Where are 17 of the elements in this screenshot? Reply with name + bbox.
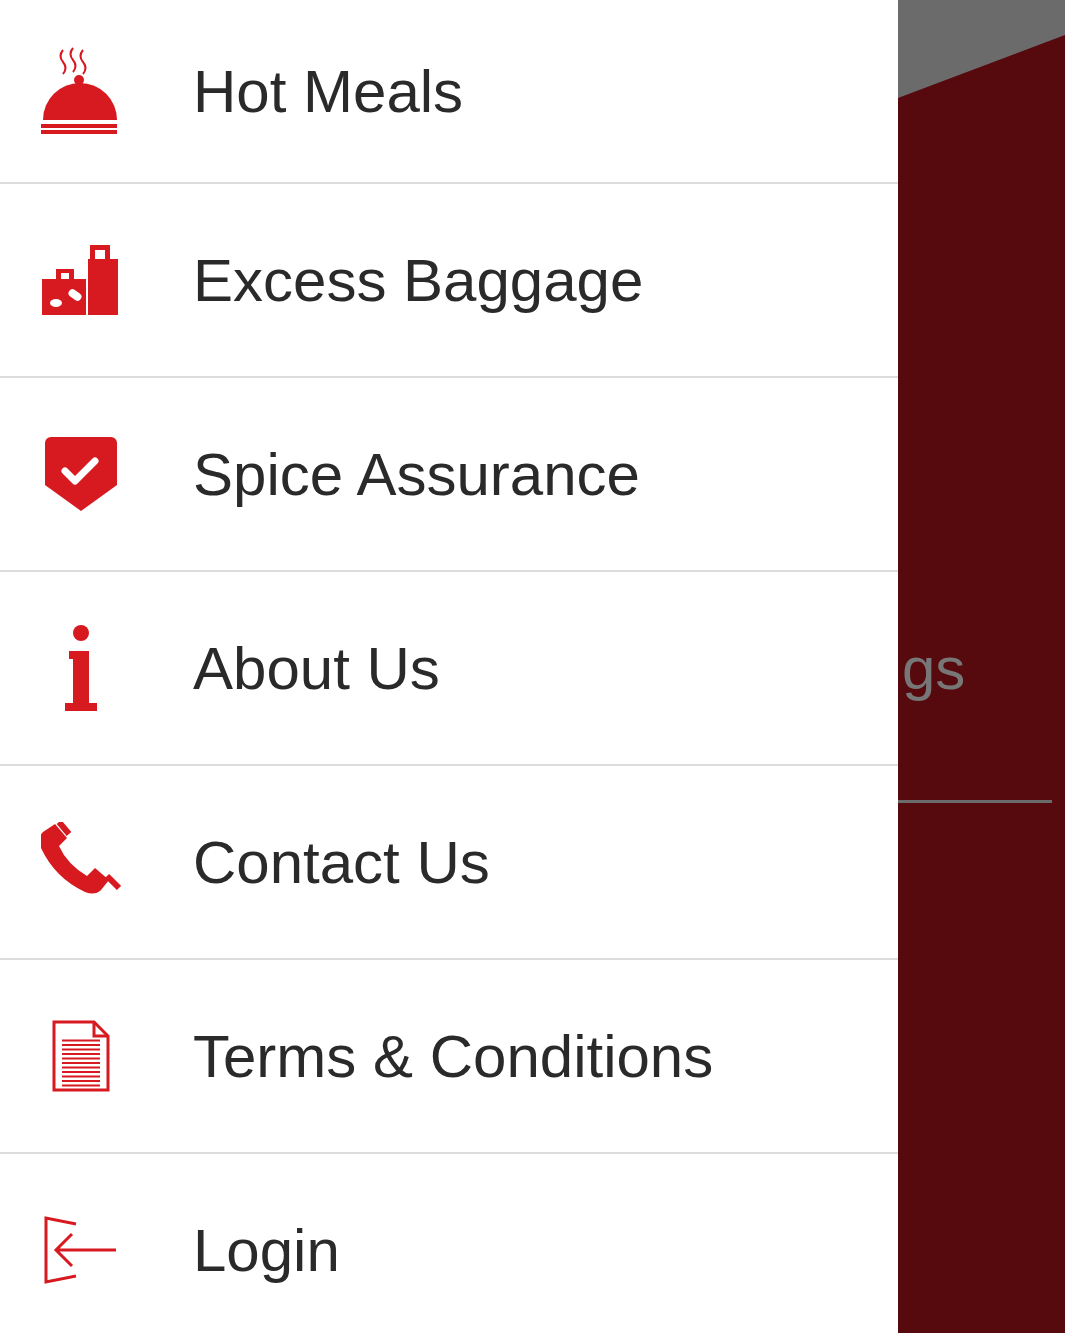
login-icon [43, 1216, 118, 1284]
menu-label: Spice Assurance [193, 439, 640, 509]
document-icon [51, 1020, 110, 1092]
menu-item[interactable]: Hot Meals [0, 0, 898, 184]
menu-item[interactable]: Spice Assurance [0, 378, 898, 572]
menu-item[interactable]: Excess Baggage [0, 184, 898, 378]
shield-check-icon [44, 437, 117, 511]
menu-label: Hot Meals [193, 56, 464, 126]
menu-item[interactable]: Terms & Conditions [0, 960, 898, 1154]
menu-label: About Us [193, 633, 440, 703]
menu-label: Login [193, 1215, 340, 1285]
partial-text: gs [901, 634, 967, 704]
info-icon [62, 625, 99, 711]
menu-label: Terms & Conditions [193, 1021, 714, 1091]
menu-item[interactable]: Contact Us [0, 766, 898, 960]
menu-label: Contact Us [193, 827, 490, 897]
menu-label: Excess Baggage [193, 245, 644, 315]
